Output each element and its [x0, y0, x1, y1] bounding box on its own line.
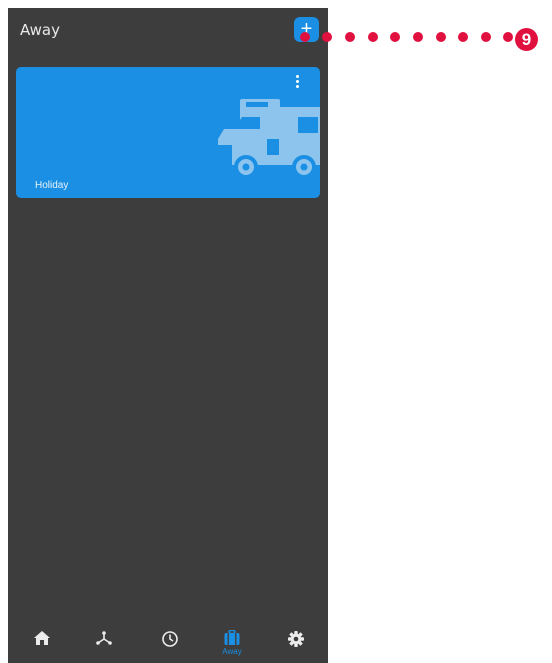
nav-settings[interactable] — [276, 621, 316, 663]
clock-icon — [162, 631, 178, 647]
gear-icon — [288, 631, 304, 647]
app-screen: Away + Holiday Away — [8, 8, 328, 663]
away-card-holiday[interactable]: Holiday — [16, 67, 320, 198]
callout-leader-line — [300, 32, 513, 42]
nav-away-label: Away — [222, 647, 242, 656]
page-title: Away — [20, 21, 60, 39]
campervan-icon — [212, 99, 320, 179]
nav-network[interactable] — [84, 621, 124, 663]
callout-number-badge: 9 — [515, 28, 538, 51]
nav-schedule[interactable] — [150, 621, 190, 663]
bottom-navigation: Away — [8, 621, 328, 663]
suitcase-icon — [224, 630, 240, 645]
card-label: Holiday — [35, 180, 69, 191]
more-options-icon[interactable] — [292, 74, 302, 90]
nav-away[interactable]: Away — [212, 621, 252, 663]
network-icon — [96, 631, 112, 645]
home-icon — [34, 631, 50, 645]
nav-home[interactable] — [22, 621, 62, 663]
page: Away + Holiday Away 9 — [0, 0, 552, 663]
